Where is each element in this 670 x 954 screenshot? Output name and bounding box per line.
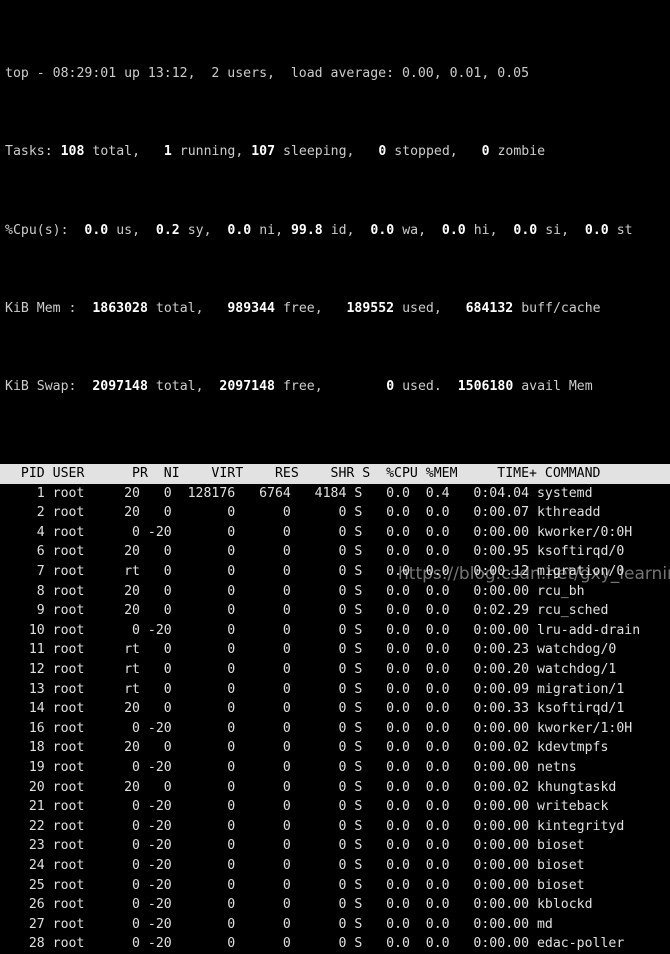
cpu-wa-value: 0.0 (370, 222, 395, 238)
table-row[interactable]: 22 root 0 -20 0 0 0 S 0.0 0.0 0:00.00 ki… (5, 817, 670, 837)
table-row[interactable]: 1 root 20 0 128176 6764 4184 S 0.0 0.4 0… (5, 484, 670, 504)
table-row[interactable]: 10 root 0 -20 0 0 0 S 0.0 0.0 0:00.00 lr… (5, 621, 670, 641)
table-row[interactable]: 6 root 20 0 0 0 0 S 0.0 0.0 0:00.95 ksof… (5, 542, 670, 562)
swap-total-label: total, (155, 379, 204, 395)
process-table-header[interactable]: PID USER PR NI VIRT RES SHR S %CPU %MEM … (0, 463, 670, 484)
tasks-sleeping-label: sleeping, (283, 144, 355, 160)
table-row[interactable]: 16 root 0 -20 0 0 0 S 0.0 0.0 0:00.00 kw… (5, 719, 670, 739)
tasks-stopped-value: 0 (378, 144, 387, 160)
mem-used-value: 189552 (346, 300, 395, 316)
tasks-running-value: 1 (163, 144, 172, 160)
table-row[interactable]: 28 root 0 -20 0 0 0 S 0.0 0.0 0:00.00 ed… (5, 934, 670, 954)
mem-buffcache-label: buff/cache (521, 300, 601, 316)
mem-used-label: used, (402, 300, 442, 316)
table-row[interactable]: 25 root 0 -20 0 0 0 S 0.0 0.0 0:00.00 bi… (5, 876, 670, 896)
table-row[interactable]: 9 root 20 0 0 0 0 S 0.0 0.0 0:02.29 rcu_… (5, 601, 670, 621)
table-row[interactable]: 18 root 20 0 0 0 0 S 0.0 0.0 0:00.02 kde… (5, 738, 670, 758)
cpu-hi-value: 0.0 (441, 222, 466, 238)
cpu-si-label: si, (545, 222, 570, 238)
swap-used-label: used. (402, 379, 442, 395)
terminal-window[interactable]: top - 08:29:01 up 13:12, 2 users, load a… (0, 0, 670, 951)
cpu-line: %Cpu(s): 0.0 us, 0.2 sy, 0.0 ni, 99.8 id… (5, 221, 670, 241)
tasks-running-label: running, (179, 144, 244, 160)
mem-free-label: free, (282, 300, 323, 316)
table-row[interactable]: 19 root 0 -20 0 0 0 S 0.0 0.0 0:00.00 ne… (5, 758, 670, 778)
top-summary-area: top - 08:29:01 up 13:12, 2 users, load a… (0, 0, 670, 456)
table-row[interactable]: 13 root rt 0 0 0 0 S 0.0 0.0 0:00.09 mig… (5, 680, 670, 700)
table-row[interactable]: 2 root 20 0 0 0 0 S 0.0 0.0 0:00.07 kthr… (5, 503, 670, 523)
cpu-st-label: st (616, 222, 633, 238)
tasks-stopped-label: stopped, (394, 144, 458, 160)
swap-total-value: 2097148 (92, 379, 148, 395)
uptime-line: top - 08:29:01 up 13:12, 2 users, load a… (5, 64, 670, 84)
swap-avail-label: avail Mem (521, 379, 593, 395)
table-row[interactable]: 27 root 0 -20 0 0 0 S 0.0 0.0 0:00.00 md (5, 915, 670, 935)
mem-free-value: 989344 (227, 300, 275, 316)
tasks-sleeping-value: 107 (251, 144, 276, 160)
table-row[interactable]: 7 root rt 0 0 0 0 S 0.0 0.0 0:00.12 migr… (5, 562, 670, 582)
mem-label: KiB Mem : (5, 300, 77, 316)
table-row[interactable]: 12 root rt 0 0 0 0 S 0.0 0.0 0:00.20 wat… (5, 660, 670, 680)
table-row[interactable]: 23 root 0 -20 0 0 0 S 0.0 0.0 0:00.00 bi… (5, 836, 670, 856)
cpu-ni-value: 0.0 (227, 222, 252, 238)
table-row[interactable]: 21 root 0 -20 0 0 0 S 0.0 0.0 0:00.00 wr… (5, 797, 670, 817)
cpu-id-value: 99.8 (290, 222, 323, 238)
cpu-ni-label: ni, (259, 222, 284, 238)
cpu-sy-value: 0.2 (155, 222, 180, 238)
tasks-zombie-value: 0 (481, 144, 490, 160)
swap-used-value: 0 (386, 379, 395, 395)
cpu-label: %Cpu(s): (5, 222, 69, 238)
table-row[interactable]: 4 root 0 -20 0 0 0 S 0.0 0.0 0:00.00 kwo… (5, 523, 670, 543)
cpu-st-value: 0.0 (584, 222, 609, 238)
cpu-hi-label: hi, (473, 222, 498, 238)
swap-free-label: free, (282, 379, 323, 395)
cpu-sy-label: sy, (187, 222, 212, 238)
process-table-body: 1 root 20 0 128176 6764 4184 S 0.0 0.4 0… (0, 484, 670, 954)
swap-line: KiB Swap: 2097148 total, 2097148 free, 0… (5, 377, 670, 397)
summary-table-spacer (0, 456, 670, 462)
cpu-wa-label: wa, (402, 222, 427, 238)
cpu-us-label: us, (116, 222, 141, 238)
cpu-us-value: 0.0 (84, 222, 109, 238)
tasks-total-value: 108 (60, 144, 85, 160)
swap-avail-value: 1506180 (457, 379, 514, 395)
tasks-line: Tasks: 108 total, 1 running, 107 sleepin… (5, 142, 670, 162)
tasks-zombie-label: zombie (497, 144, 546, 160)
swap-label: KiB Swap: (5, 379, 77, 395)
table-row[interactable]: 24 root 0 -20 0 0 0 S 0.0 0.0 0:00.00 bi… (5, 856, 670, 876)
cpu-id-label: id, (330, 222, 355, 238)
tasks-total-label: total, (92, 144, 141, 160)
mem-total-label: total, (155, 300, 204, 316)
mem-line: KiB Mem : 1863028 total, 989344 free, 18… (5, 299, 670, 319)
table-row[interactable]: 8 root 20 0 0 0 0 S 0.0 0.0 0:00.00 rcu_… (5, 582, 670, 602)
mem-buffcache-value: 684132 (465, 300, 514, 316)
swap-free-value: 2097148 (219, 379, 275, 395)
tasks-label: Tasks: (5, 144, 53, 160)
mem-total-value: 1863028 (92, 300, 148, 316)
uptime-line-text: top - 08:29:01 up 13:12, 2 users, load a… (5, 65, 530, 81)
cpu-si-value: 0.0 (513, 222, 538, 238)
table-row[interactable]: 20 root 20 0 0 0 0 S 0.0 0.0 0:00.02 khu… (5, 778, 670, 798)
table-row[interactable]: 14 root 20 0 0 0 0 S 0.0 0.0 0:00.33 kso… (5, 699, 670, 719)
table-row[interactable]: 26 root 0 -20 0 0 0 S 0.0 0.0 0:00.00 kb… (5, 895, 670, 915)
table-row[interactable]: 11 root rt 0 0 0 0 S 0.0 0.0 0:00.23 wat… (5, 640, 670, 660)
